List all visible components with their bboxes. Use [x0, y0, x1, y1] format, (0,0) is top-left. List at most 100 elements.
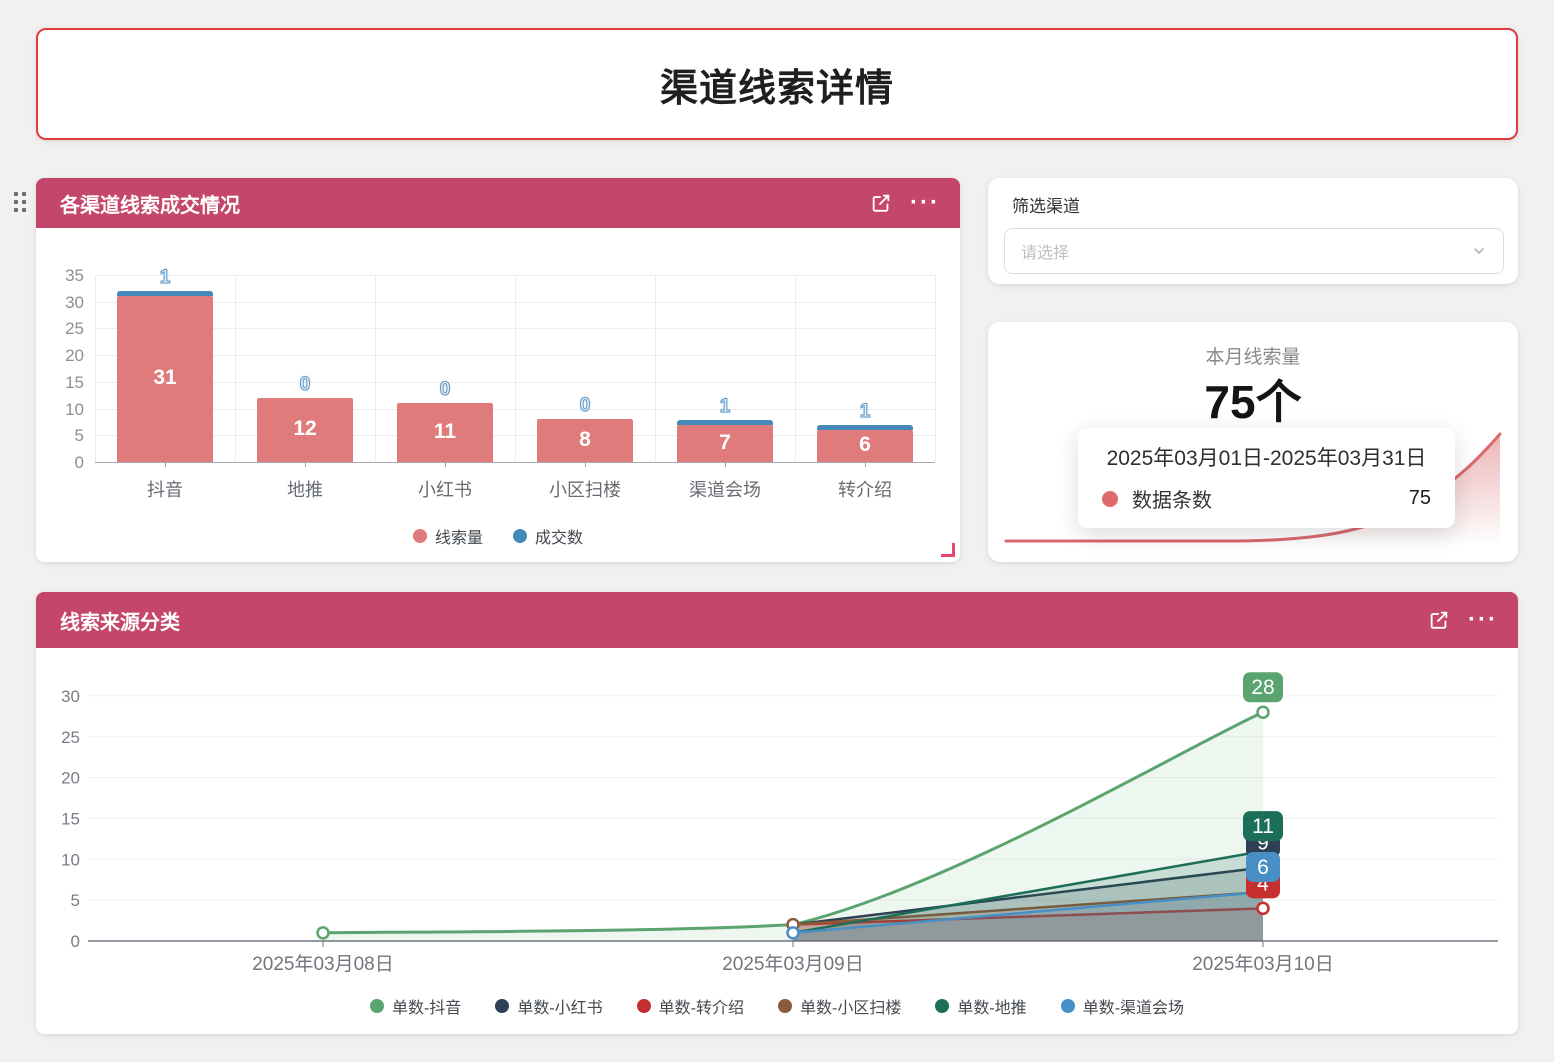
bar-chart-plot: 05101520253035311抖音120地推110小红书80小区扫楼71渠道…: [36, 228, 960, 562]
bar-chart-legend: 线索量 成交数: [36, 524, 960, 548]
x-axis-tick: [585, 462, 586, 467]
bar-value-label: 8: [537, 428, 633, 452]
line-chart-plot: 0510152025302025年03月08日2025年03月09日2025年0…: [36, 648, 1518, 982]
end-label-text: 28: [1251, 676, 1274, 699]
x-axis-label: 渠道会场: [655, 476, 795, 502]
bar-chart-card: 各渠道线索成交情况 ··· 05101520253035311抖音120地推11…: [36, 178, 960, 562]
deals-value-label: 0: [537, 395, 633, 417]
end-label-text: 6: [1257, 856, 1269, 879]
legend-dot: [1061, 999, 1075, 1013]
legend-dot: [513, 529, 527, 543]
ellipsis-icon[interactable]: ···: [910, 188, 940, 218]
gridline: [795, 275, 796, 462]
data-point-单数-抖音: [1258, 707, 1269, 718]
external-link-icon[interactable]: [866, 188, 896, 218]
monthly-leads-card: 本月线索量 75个 2025年03月01日-2025年03月31日 数据条数 7…: [988, 322, 1518, 562]
x-axis-tick: [725, 462, 726, 467]
series-dot: [1102, 491, 1118, 507]
y-axis-label: 0: [36, 453, 84, 473]
bar-deals[interactable]: [117, 291, 213, 296]
bar-deals[interactable]: [817, 425, 913, 430]
select-placeholder: 请选择: [1021, 239, 1471, 263]
drag-handle-icon[interactable]: [14, 192, 30, 216]
data-point-单数-转介绍: [1258, 903, 1269, 914]
legend-item-单数-抖音[interactable]: 单数-抖音: [370, 994, 461, 1018]
legend-label: 线索量: [435, 524, 483, 548]
tooltip-date-range: 2025年03月01日-2025年03月31日: [1078, 442, 1455, 472]
y-axis-label: 20: [36, 346, 84, 366]
legend-item-单数-小红书[interactable]: 单数-小红书: [495, 994, 602, 1018]
legend-dot: [495, 999, 509, 1013]
y-axis-label: 20: [61, 769, 80, 788]
line-card-header: 线索来源分类 ···: [36, 592, 1518, 648]
legend-item-线索量[interactable]: 线索量: [413, 524, 483, 548]
legend-item-成交数[interactable]: 成交数: [513, 524, 583, 548]
y-axis-label: 25: [61, 728, 80, 747]
legend-item-单数-地推[interactable]: 单数-地推: [935, 994, 1026, 1018]
line-chart-legend: 单数-抖音 单数-小红书 单数-转介绍 单数-小区扫楼 单数-地推 单数-渠道会场: [36, 994, 1518, 1018]
y-axis-label: 5: [36, 426, 84, 446]
page-title: 渠道线索详情: [660, 57, 894, 112]
resize-corner[interactable]: [941, 543, 955, 557]
legend-item-单数-转介绍[interactable]: 单数-转介绍: [637, 994, 744, 1018]
y-axis-label: 35: [36, 266, 84, 286]
deals-value-label: 1: [117, 267, 213, 289]
bar-value-label: 6: [817, 433, 913, 457]
channel-select[interactable]: 请选择: [1004, 228, 1504, 274]
x-axis-tick: [165, 462, 166, 467]
external-link-icon[interactable]: [1424, 605, 1454, 635]
bar-chart-body: 05101520253035311抖音120地推110小红书80小区扫楼71渠道…: [36, 228, 960, 562]
chevron-down-icon: [1471, 243, 1487, 259]
data-point-单数-渠道会场: [788, 927, 799, 938]
filter-card: 筛选渠道 请选择: [988, 178, 1518, 284]
x-axis-tick: [305, 462, 306, 467]
bar-deals[interactable]: [677, 420, 773, 425]
y-axis-label: 5: [71, 891, 80, 910]
bar-value-label: 12: [257, 417, 353, 441]
y-axis-label: 25: [36, 319, 84, 339]
y-axis-label: 15: [36, 373, 84, 393]
deals-value-label: 0: [257, 374, 353, 396]
y-axis-label: 0: [71, 932, 80, 951]
x-axis-label: 2025年03月08日: [252, 953, 394, 975]
tooltip-series-value: 75: [1409, 487, 1431, 510]
gridline: [235, 275, 236, 462]
legend-label: 单数-渠道会场: [1083, 994, 1184, 1018]
y-axis-label: 10: [61, 850, 80, 869]
legend-label: 单数-小红书: [517, 994, 602, 1018]
legend-item-单数-小区扫楼[interactable]: 单数-小区扫楼: [778, 994, 901, 1018]
gridline: [935, 275, 936, 462]
legend-dot: [370, 999, 384, 1013]
bar-value-label: 11: [397, 420, 493, 444]
x-axis-label: 2025年03月09日: [722, 953, 864, 975]
ellipsis-icon[interactable]: ···: [1468, 605, 1498, 635]
gridline: [375, 275, 376, 462]
line-card-title: 线索来源分类: [60, 606, 1410, 635]
legend-label: 成交数: [535, 524, 583, 548]
x-axis-label: 2025年03月10日: [1192, 953, 1334, 975]
deals-value-label: 0: [397, 379, 493, 401]
filter-label: 筛选渠道: [1012, 192, 1080, 217]
legend-dot: [637, 999, 651, 1013]
x-axis-line: [95, 462, 935, 463]
x-axis-label: 地推: [235, 476, 375, 502]
stat-tooltip: 2025年03月01日-2025年03月31日 数据条数 75: [1078, 428, 1455, 528]
legend-item-单数-渠道会场[interactable]: 单数-渠道会场: [1061, 994, 1184, 1018]
legend-label: 单数-小区扫楼: [800, 994, 901, 1018]
page-title-card: 渠道线索详情: [36, 28, 1518, 140]
legend-label: 单数-抖音: [392, 994, 461, 1018]
deals-value-label: 1: [817, 401, 913, 423]
legend-dot: [413, 529, 427, 543]
bar-card-header: 各渠道线索成交情况 ···: [36, 178, 960, 228]
data-point-单数-抖音: [318, 927, 329, 938]
x-axis-tick: [445, 462, 446, 467]
y-axis-label: 30: [36, 293, 84, 313]
x-axis-label: 抖音: [95, 476, 235, 502]
bar-value-label: 31: [117, 366, 213, 390]
legend-dot: [935, 999, 949, 1013]
y-axis-label: 15: [61, 809, 80, 828]
legend-label: 单数-地推: [957, 994, 1026, 1018]
legend-dot: [778, 999, 792, 1013]
deals-value-label: 1: [677, 396, 773, 418]
end-label-text: 11: [1252, 815, 1274, 838]
